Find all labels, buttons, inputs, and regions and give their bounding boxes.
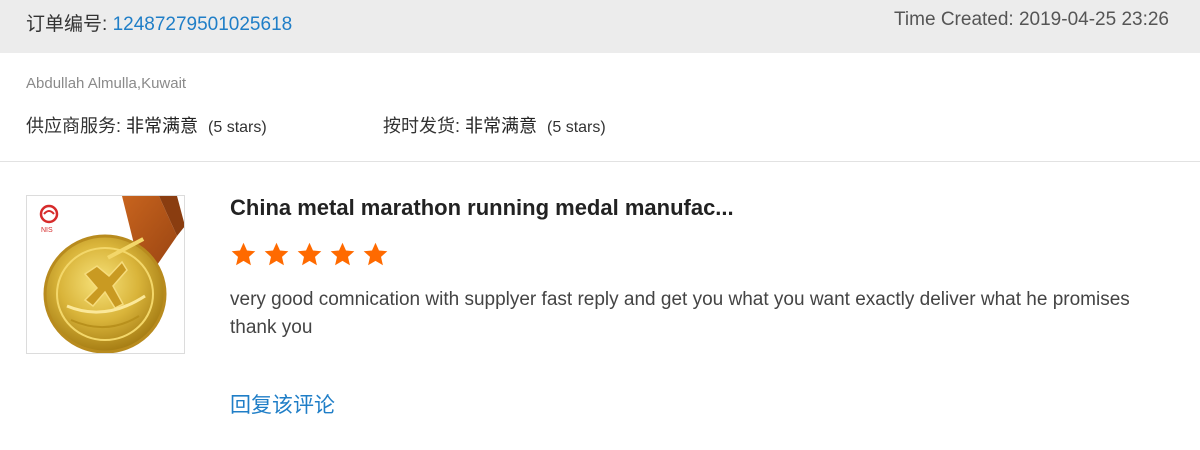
star-icon	[330, 242, 355, 266]
order-header: 订单编号: 12487279501025618 Time Created: 20…	[0, 0, 1200, 53]
order-number-link[interactable]: 12487279501025618	[113, 14, 293, 35]
star-icon	[231, 242, 256, 266]
nis-logo-text: NIS	[41, 227, 53, 234]
buyer-name: Abdullah Almulla,Kuwait	[26, 75, 187, 92]
on-time-shipment-value: 非常满意	[465, 116, 538, 136]
supplier-service-rating: 供应商服务: 非常满意 (5 stars)	[26, 112, 267, 138]
time-created: Time Created: 2019-04-25 23:26	[894, 9, 1169, 30]
product-title[interactable]: China metal marathon running medal manuf…	[230, 195, 734, 221]
on-time-shipment-label: 按时发货:	[383, 116, 466, 136]
order-number-label: 订单编号:	[26, 14, 113, 35]
on-time-shipment-stars-note: (5 stars)	[547, 119, 606, 136]
star-icon	[264, 242, 289, 266]
nis-logo-icon	[39, 204, 59, 224]
review-text: very good comnication with supplyer fast…	[230, 289, 1130, 338]
supplier-service-stars-note: (5 stars)	[208, 119, 267, 136]
supplier-service-label: 供应商服务:	[26, 116, 127, 136]
supplier-service-value: 非常满意	[126, 116, 199, 136]
product-star-rating	[230, 241, 389, 268]
star-icon	[363, 242, 388, 266]
section-divider	[0, 161, 1200, 162]
medal-icon: NIS	[39, 196, 184, 353]
product-thumbnail[interactable]: NIS	[26, 195, 185, 354]
star-icon	[297, 242, 322, 266]
on-time-shipment-rating: 按时发货: 非常满意 (5 stars)	[383, 112, 606, 138]
reply-to-review-link[interactable]: 回复该评论	[230, 389, 335, 419]
order-number-row: 订单编号: 12487279501025618	[26, 9, 292, 36]
